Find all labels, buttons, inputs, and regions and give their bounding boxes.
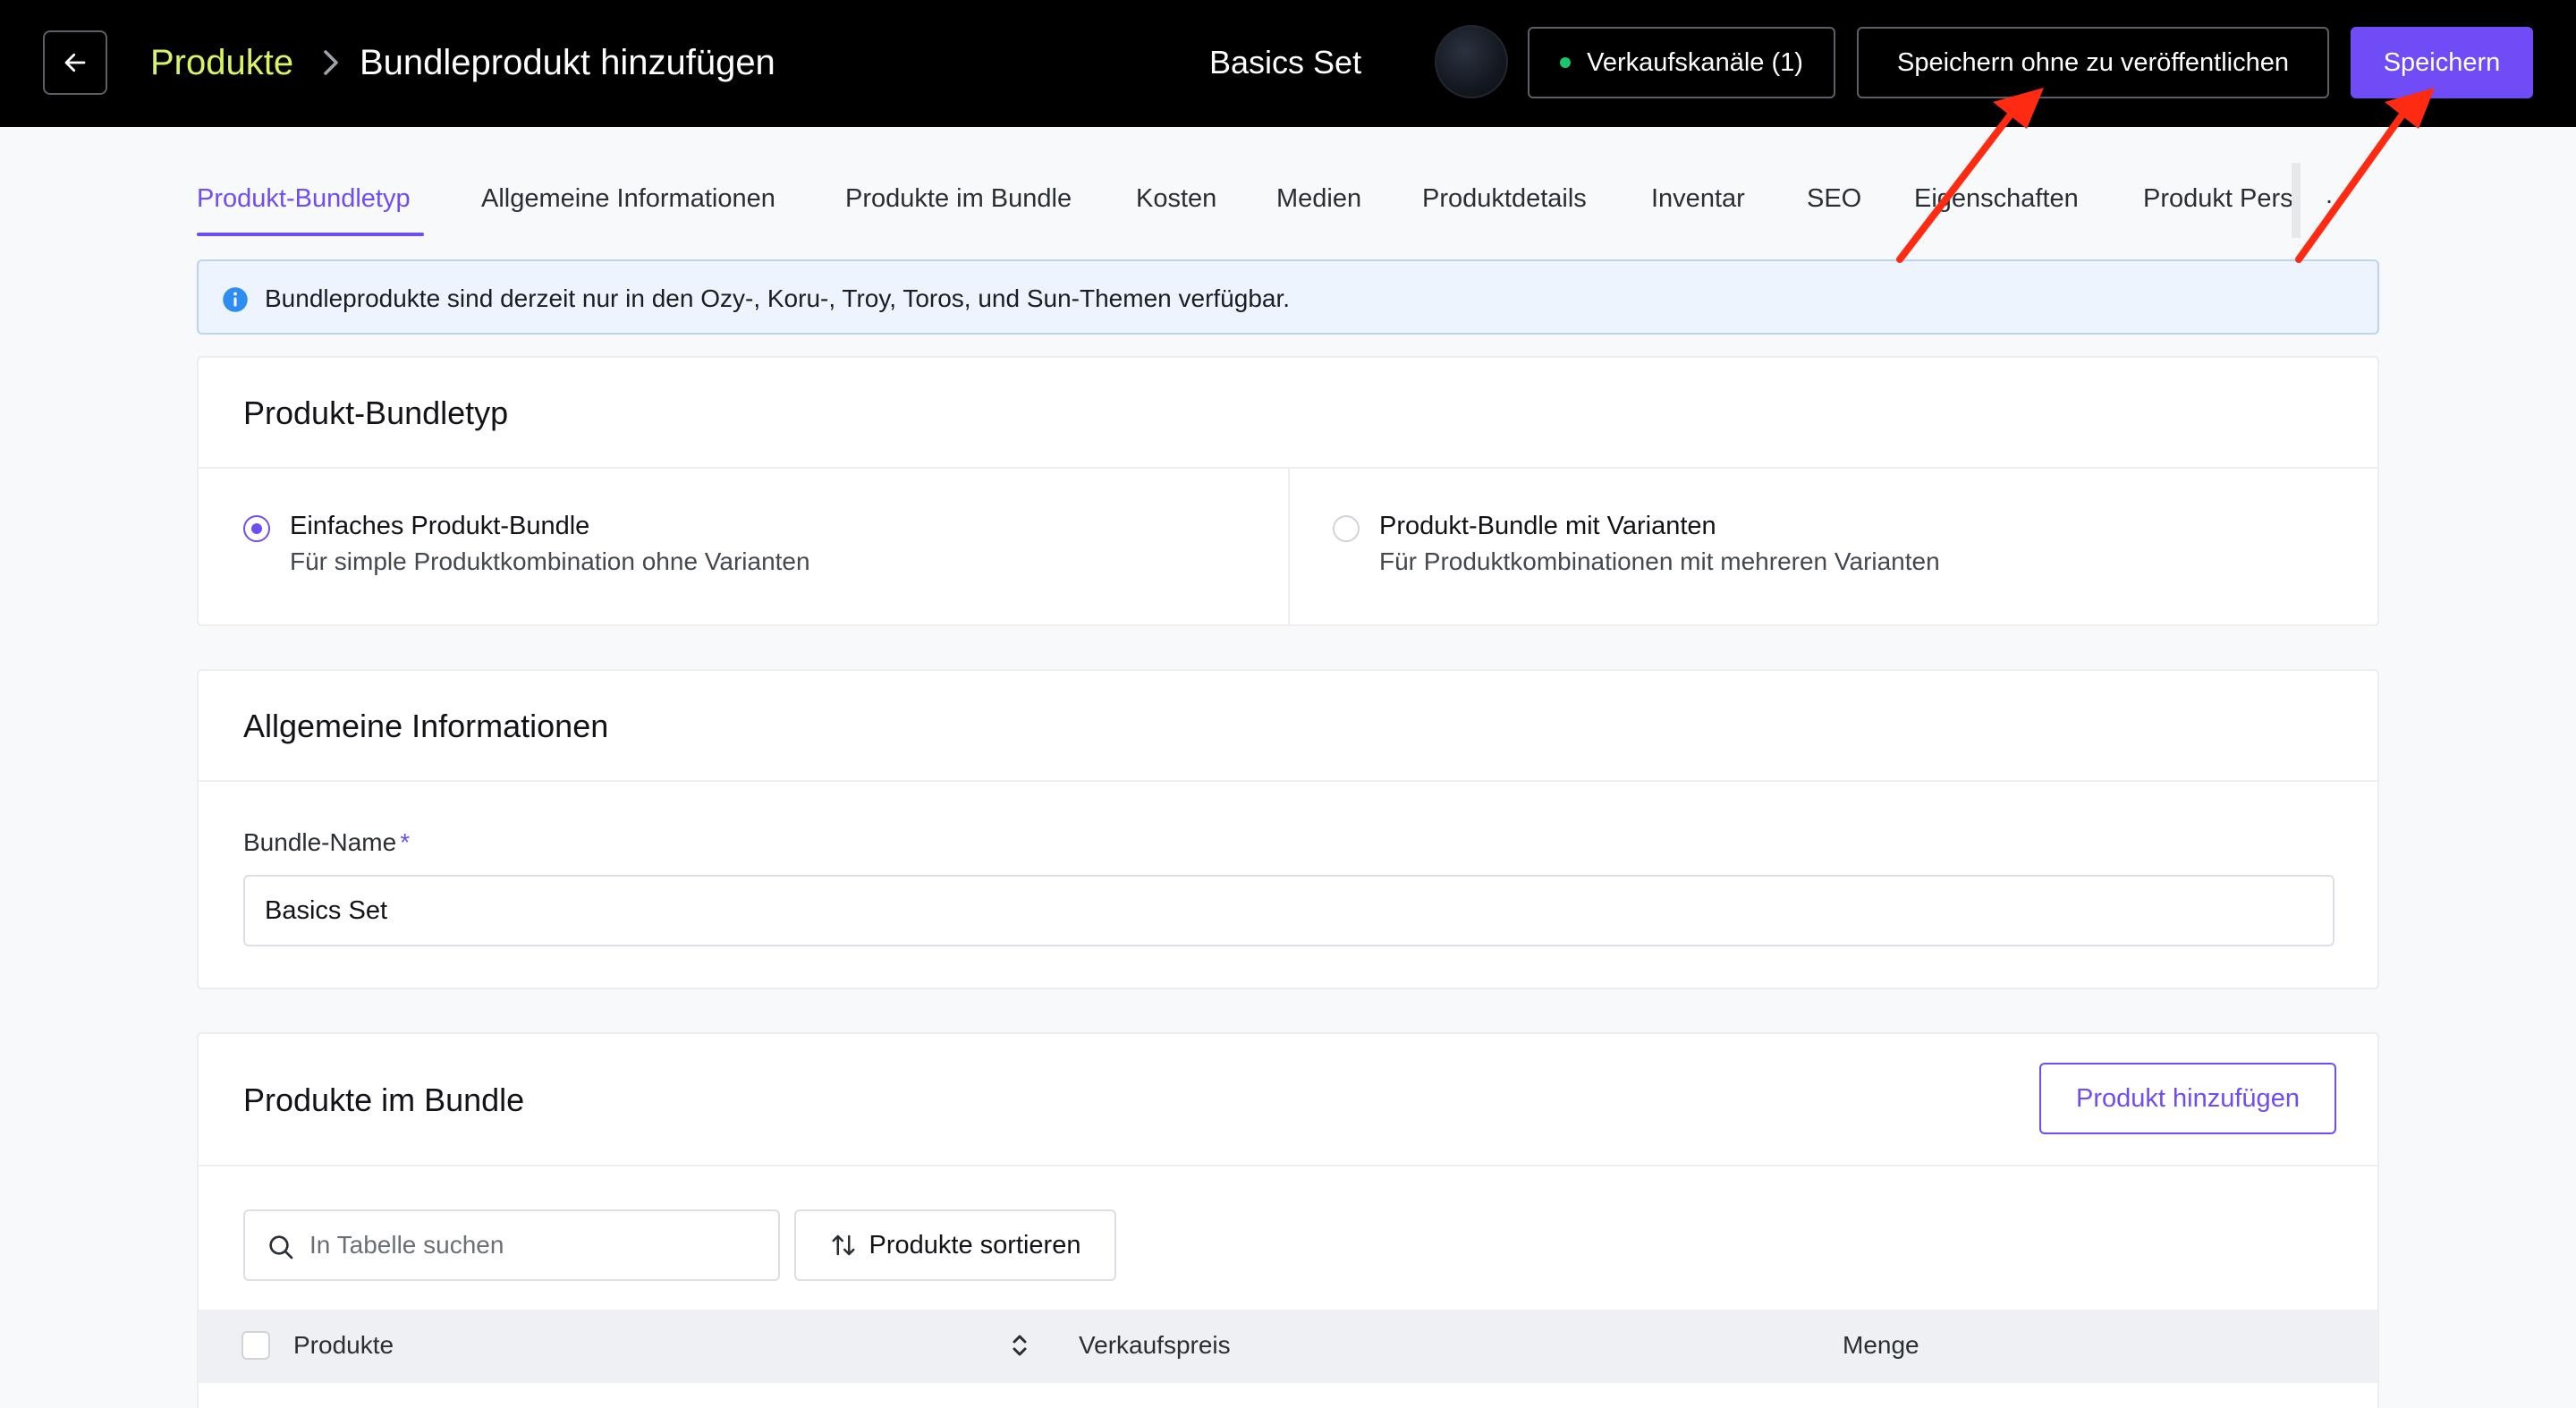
radio-variant-bundle[interactable] <box>1333 515 1360 542</box>
info-banner: Bundleprodukte sind derzeit nur in den O… <box>197 259 2379 335</box>
breadcrumb-products-link[interactable]: Produkte <box>150 41 293 84</box>
radio-simple-bundle[interactable] <box>243 515 270 542</box>
required-mark: * <box>400 828 411 856</box>
option-simple-bundle-title[interactable]: Einfaches Produkt-Bundle <box>290 510 589 542</box>
card-divider <box>199 780 2377 782</box>
sales-channels-button[interactable]: Verkaufskanäle (1) <box>1528 27 1835 98</box>
card-divider <box>199 1165 2377 1166</box>
tab-bundle-type[interactable]: Produkt-Bundletyp <box>197 182 411 215</box>
status-dot-icon <box>1560 57 1572 68</box>
tab-products-in-bundle[interactable]: Produkte im Bundle <box>845 182 1072 215</box>
sales-channels-label: Verkaufskanäle (1) <box>1587 47 1803 77</box>
page-title: Bundleprodukt hinzufügen <box>360 43 775 82</box>
sort-products-label: Produkte sortieren <box>869 1230 1081 1260</box>
general-info-card: Allgemeine Informationen Bundle-Name * <box>197 669 2379 989</box>
chevron-up-down-icon[interactable] <box>1009 1331 1030 1360</box>
option-variant-bundle-description: Für Produktkombinationen mit mehreren Va… <box>1379 547 1940 575</box>
sort-arrows-icon <box>832 1234 855 1256</box>
select-all-checkbox[interactable] <box>242 1331 270 1360</box>
bundle-type-card: Produkt-Bundletyp Einfaches Produkt-Bund… <box>197 356 2379 626</box>
active-tab-indicator <box>197 233 424 236</box>
sort-products-button[interactable]: Produkte sortieren <box>794 1209 1116 1281</box>
chevron-right-icon <box>324 50 338 75</box>
tab-product-details[interactable]: Produktdetails <box>1422 182 1587 215</box>
option-divider <box>1288 469 1290 626</box>
tab-properties[interactable]: Eigenschaften <box>1914 182 2079 215</box>
tab-media[interactable]: Medien <box>1276 182 1361 215</box>
tabs-scroll-fade <box>2292 163 2301 238</box>
top-bar: Produkte Bundleprodukt hinzufügen Basics… <box>0 0 2576 127</box>
tabs-more-indicator[interactable]: . <box>2326 181 2333 210</box>
tab-seo[interactable]: SEO <box>1807 182 1861 215</box>
column-header-sale-price: Verkaufspreis <box>1079 1331 1231 1359</box>
column-header-quantity: Menge <box>1843 1331 1919 1359</box>
product-name: Basics Set <box>1209 44 1362 81</box>
tab-costs[interactable]: Kosten <box>1136 182 1216 215</box>
bundle-type-title: Produkt-Bundletyp <box>243 394 509 431</box>
option-simple-bundle-description: Für simple Produktkombination ohne Varia… <box>290 547 810 575</box>
info-banner-text: Bundleprodukte sind derzeit nur in den O… <box>265 284 1291 312</box>
table-header: Produkte Verkaufspreis Menge <box>199 1310 2377 1383</box>
option-variant-bundle-title[interactable]: Produkt-Bundle mit Varianten <box>1379 510 1716 542</box>
table-search[interactable] <box>243 1209 780 1281</box>
info-icon <box>223 287 248 312</box>
table-search-input[interactable] <box>308 1227 755 1263</box>
column-header-products[interactable]: Produkte <box>293 1329 394 1361</box>
bundle-name-label: Bundle-Name * <box>243 828 411 856</box>
general-info-title: Allgemeine Informationen <box>243 708 609 744</box>
add-product-button[interactable]: Produkt hinzufügen <box>2039 1063 2336 1134</box>
save-button[interactable]: Speichern <box>2351 27 2533 98</box>
bundle-name-input[interactable] <box>243 875 2334 946</box>
search-icon <box>269 1235 293 1260</box>
section-tabs: Produkt-Bundletyp Allgemeine Information… <box>0 127 2576 240</box>
bundle-products-title: Produkte im Bundle <box>243 1081 525 1118</box>
save-without-publish-button[interactable]: Speichern ohne zu veröffentlichen <box>1857 27 2329 98</box>
avatar <box>1435 25 1508 98</box>
tab-general-info[interactable]: Allgemeine Informationen <box>481 182 775 215</box>
tab-inventory[interactable]: Inventar <box>1651 182 1745 215</box>
tab-product-personalization[interactable]: Produkt Pers <box>2143 182 2295 215</box>
bundle-products-card: Produkte im Bundle Produkt hinzufügen Pr… <box>197 1032 2379 1408</box>
arrow-left-icon <box>64 53 86 72</box>
back-button[interactable] <box>43 30 107 95</box>
